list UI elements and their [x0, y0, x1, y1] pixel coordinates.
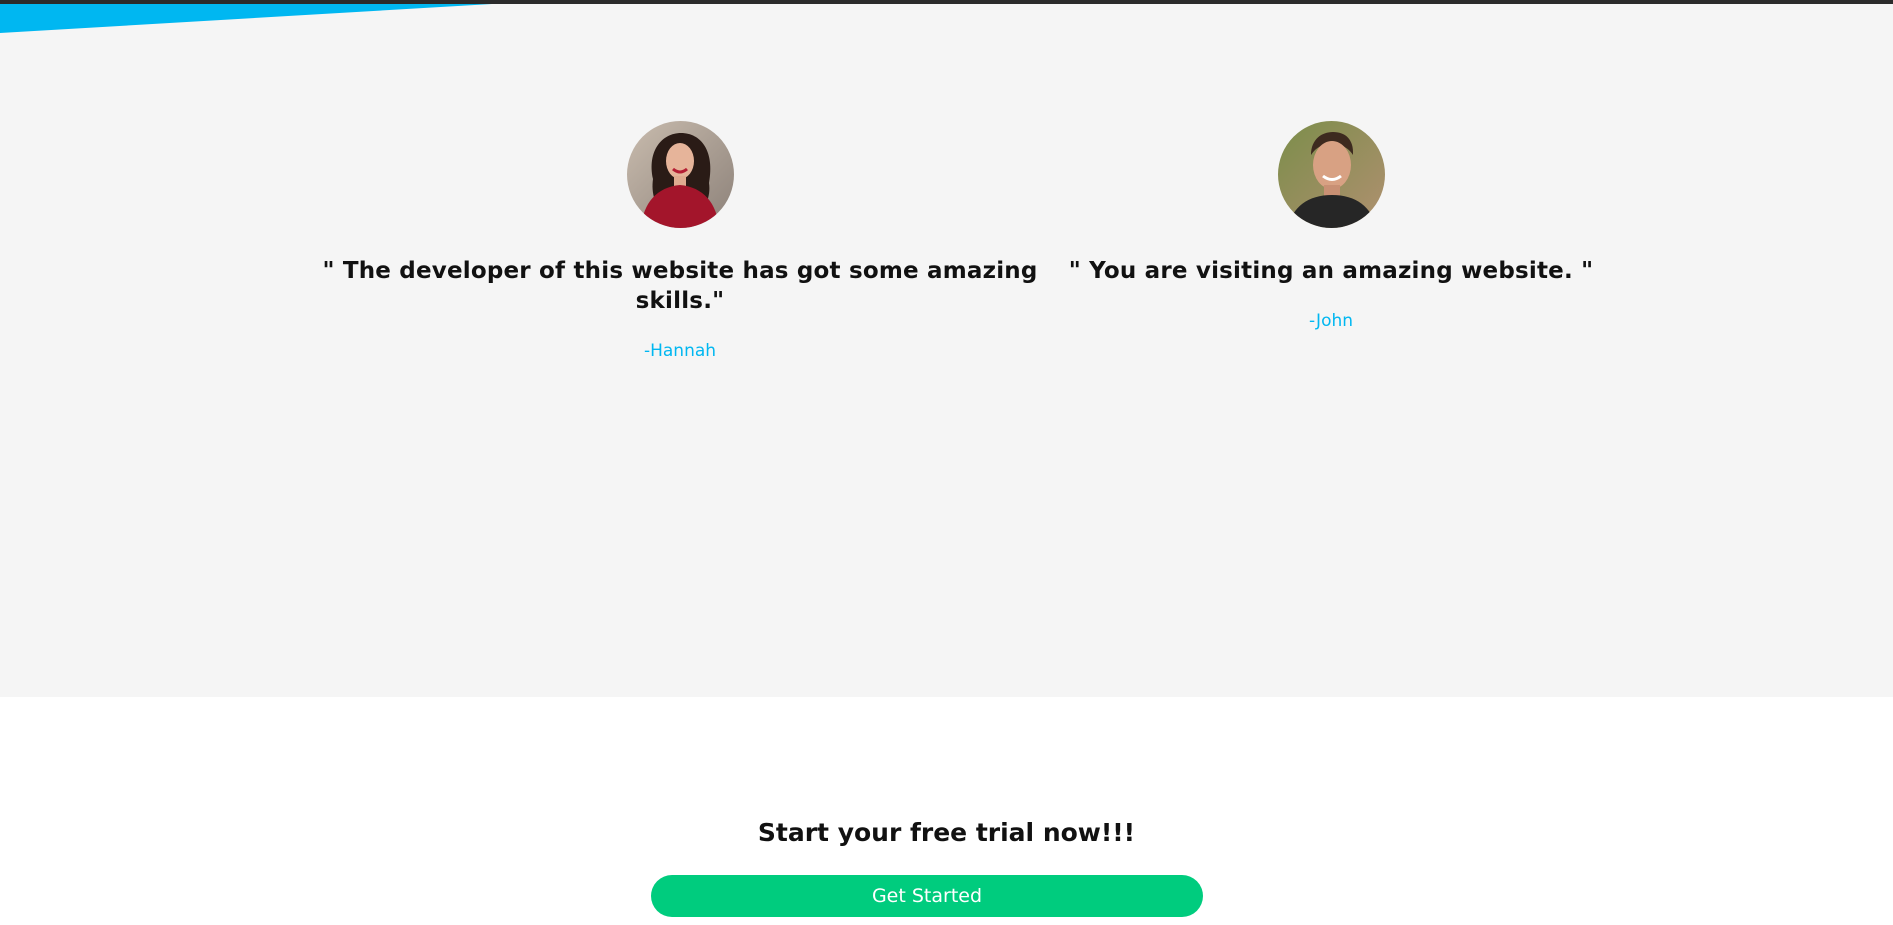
testimonial-card-john: " You are visiting an amazing website. "…	[971, 121, 1691, 332]
user-photo-icon	[1277, 121, 1385, 228]
accent-wedge-shape	[0, 0, 560, 33]
user-photo-icon	[626, 121, 734, 228]
cta-title: Start your free trial now!!!	[757, 818, 1136, 847]
top-border	[0, 0, 1893, 4]
avatar-john	[1277, 121, 1385, 228]
cta-section: Start your free trial now!!! Get Started	[0, 697, 1893, 925]
get-started-button[interactable]: Get Started	[651, 875, 1203, 917]
testimonial-quote: " The developer of this website has got …	[322, 258, 1038, 314]
testimonial-quote: " You are visiting an amazing website. "	[1068, 258, 1594, 284]
testimonial-author: -Hannah	[643, 341, 717, 361]
testimonial-card-hannah: " The developer of this website has got …	[320, 121, 1040, 362]
testimonials-section: " The developer of this website has got …	[0, 0, 1893, 697]
avatar-hannah	[626, 121, 734, 228]
page: " The developer of this website has got …	[0, 0, 1893, 925]
testimonial-author: -John	[1308, 311, 1354, 331]
